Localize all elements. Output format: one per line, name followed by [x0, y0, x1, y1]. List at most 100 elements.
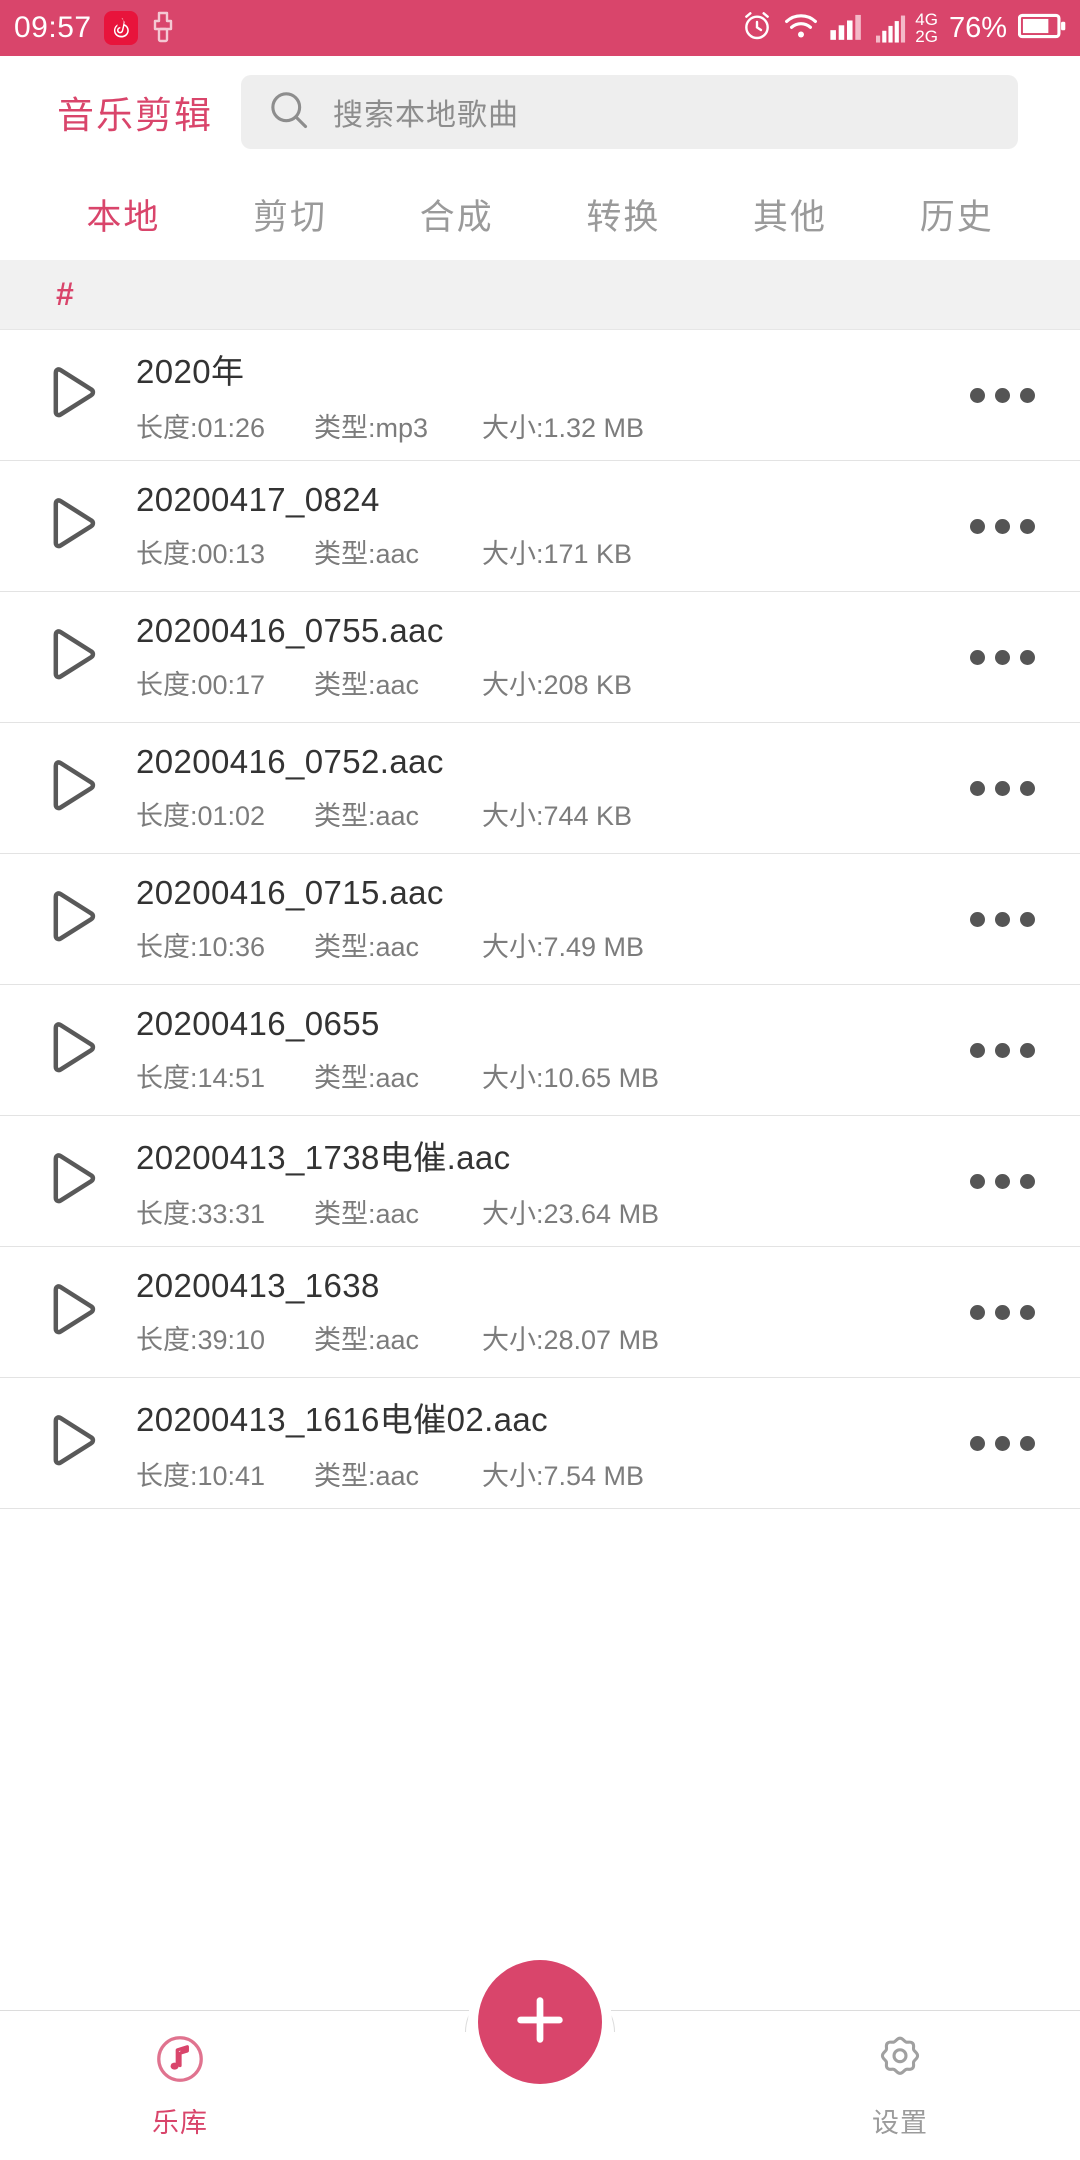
more-options-icon[interactable] [954, 518, 1050, 534]
status-bar-left: 09:57 [14, 11, 176, 45]
song-type: 类型:aac [314, 1325, 420, 1355]
tab-other[interactable]: 其他 [707, 189, 874, 240]
song-list: 2020年长度:01:26 类型:mp3 大小:1.32 MB 20200417_08… [0, 330, 1080, 1509]
play-icon[interactable] [26, 1410, 112, 1476]
play-icon[interactable] [26, 493, 112, 559]
song-row[interactable]: 20200417_0824 长度:00:13 类型:aac 大小:171 KB [0, 461, 1080, 592]
song-row[interactable]: 20200413_1638 长度:39:10 类型:aac 大小:28.07 MB [0, 1247, 1080, 1378]
usb-icon [150, 11, 176, 45]
song-title: 20200417_0824 [136, 481, 380, 518]
tab-cut[interactable]: 剪切 [207, 189, 374, 240]
play-icon[interactable] [26, 1017, 112, 1083]
song-title: 20200416_0655 [136, 1005, 380, 1042]
tab-merge[interactable]: 合成 [373, 189, 540, 240]
search-input[interactable]: 搜索本地歌曲 [241, 75, 1018, 149]
song-type: 类型:aac [314, 932, 420, 962]
song-length: 长度:10:36 [136, 932, 266, 962]
signal-icon [829, 11, 865, 46]
play-icon[interactable] [26, 755, 112, 821]
more-options-icon[interactable] [954, 1435, 1050, 1451]
nav-label-settings: 设置 [872, 2107, 928, 2138]
song-title: 20200413_1616电催02.aac [136, 1401, 549, 1438]
song-length: 长度:39:10 [136, 1325, 266, 1355]
song-length: 长度:00:17 [136, 670, 266, 700]
song-meta: 长度:00:17 类型:aac 大小:208 KB [136, 663, 954, 702]
song-title: 20200413_1638 [136, 1267, 380, 1304]
song-meta: 长度:10:36 类型:aac 大小:7.49 MB [136, 925, 954, 964]
song-meta: 长度:00:13 类型:aac 大小:171 KB [136, 532, 954, 571]
more-options-icon[interactable] [954, 1042, 1050, 1058]
more-options-icon[interactable] [954, 780, 1050, 796]
tab-local[interactable]: 本地 [40, 189, 207, 240]
play-icon[interactable] [26, 362, 112, 428]
song-length: 长度:01:26 [136, 413, 266, 443]
battery-icon [1017, 11, 1066, 46]
network-type-secondary: 2G [915, 27, 938, 46]
song-title: 2020年 [136, 353, 245, 390]
song-size: 大小:1.32 MB [482, 413, 645, 443]
music-note-icon [153, 2032, 207, 2091]
song-row[interactable]: 2020年长度:01:26 类型:mp3 大小:1.32 MB [0, 330, 1080, 461]
song-length: 长度:14:51 [136, 1063, 266, 1093]
more-options-icon[interactable] [954, 649, 1050, 665]
play-icon[interactable] [26, 886, 112, 952]
song-meta: 长度:14:51 类型:aac 大小:10.65 MB [136, 1056, 954, 1095]
song-meta: 长度:01:26 类型:mp3 大小:1.32 MB [136, 406, 954, 445]
song-meta: 长度:39:10 类型:aac 大小:28.07 MB [136, 1318, 954, 1357]
song-size: 大小:208 KB [482, 670, 633, 700]
song-type: 类型:aac [314, 1063, 420, 1093]
play-icon[interactable] [26, 1279, 112, 1345]
section-header-label: # [56, 276, 74, 312]
search-placeholder: 搜索本地歌曲 [333, 99, 519, 132]
netease-music-icon [103, 11, 138, 45]
song-type: 类型:aac [314, 670, 420, 700]
song-title: 20200416_0755.aac [136, 612, 444, 649]
tab-convert[interactable]: 转换 [540, 189, 707, 240]
more-options-icon[interactable] [954, 911, 1050, 927]
app-header: 音乐剪辑 搜索本地歌曲 [0, 56, 1080, 168]
song-info: 20200413_1738电催.aac 长度:33:31 类型:aac 大小:23.6… [112, 1131, 954, 1231]
song-size: 大小:171 KB [482, 539, 633, 569]
add-button[interactable] [478, 1960, 602, 2084]
status-bar-clock: 09:57 [14, 11, 92, 44]
play-icon[interactable] [26, 1148, 112, 1214]
play-icon[interactable] [26, 624, 112, 690]
song-type: 类型:aac [314, 539, 420, 569]
song-info: 2020年长度:01:26 类型:mp3 大小:1.32 MB [112, 345, 954, 445]
page-title: 音乐剪辑 [57, 95, 213, 136]
song-size: 大小:28.07 MB [482, 1325, 660, 1355]
song-title: 20200413_1738电催.aac [136, 1139, 511, 1176]
alarm-icon [741, 10, 773, 47]
nav-item-settings[interactable]: 设置 [720, 2032, 1080, 2140]
song-size: 大小:7.49 MB [482, 932, 645, 962]
song-length: 长度:00:13 [136, 539, 266, 569]
section-header: # [0, 260, 1080, 330]
song-info: 20200416_0715.aac 长度:10:36 类型:aac 大小:7.49 M… [112, 874, 954, 964]
wifi-icon [784, 11, 818, 46]
song-row[interactable]: 20200416_0715.aac 长度:10:36 类型:aac 大小:7.49 M… [0, 854, 1080, 985]
song-meta: 长度:33:31 类型:aac 大小:23.64 MB [136, 1192, 954, 1231]
gear-icon [873, 2032, 927, 2091]
song-row[interactable]: 20200416_0755.aac 长度:00:17 类型:aac 大小:208 KB [0, 592, 1080, 723]
song-row[interactable]: 20200413_1738电催.aac 长度:33:31 类型:aac 大小:23.6… [0, 1116, 1080, 1247]
song-row[interactable]: 20200416_0655 长度:14:51 类型:aac 大小:10.65 MB [0, 985, 1080, 1116]
tab-bar: 本地 剪切 合成 转换 其他 历史 [0, 168, 1080, 260]
tab-history[interactable]: 历史 [873, 189, 1040, 240]
song-meta: 长度:10:41 类型:aac 大小:7.54 MB [136, 1454, 954, 1493]
song-meta: 长度:01:02 类型:aac 大小:744 KB [136, 794, 954, 833]
song-length: 长度:01:02 [136, 801, 266, 831]
song-type: 类型:mp3 [314, 413, 429, 443]
status-bar-right: 4G 2G 76% [741, 10, 1066, 47]
song-title: 20200416_0752.aac [136, 743, 444, 780]
dual-sim-icon: 4G 2G [876, 11, 938, 45]
more-options-icon[interactable] [954, 1173, 1050, 1189]
more-options-icon[interactable] [954, 1304, 1050, 1320]
song-info: 20200413_1616电催02.aac 长度:10:41 类型:aac 大小:7.… [112, 1393, 954, 1493]
nav-item-library[interactable]: 乐库 [0, 2032, 360, 2140]
more-options-icon[interactable] [954, 387, 1050, 403]
song-length: 长度:33:31 [136, 1199, 266, 1229]
song-row[interactable]: 20200413_1616电催02.aac 长度:10:41 类型:aac 大小:7.… [0, 1378, 1080, 1509]
song-length: 长度:10:41 [136, 1461, 266, 1491]
song-row[interactable]: 20200416_0752.aac 长度:01:02 类型:aac 大小:744 KB [0, 723, 1080, 854]
plus-icon [509, 1989, 571, 2056]
